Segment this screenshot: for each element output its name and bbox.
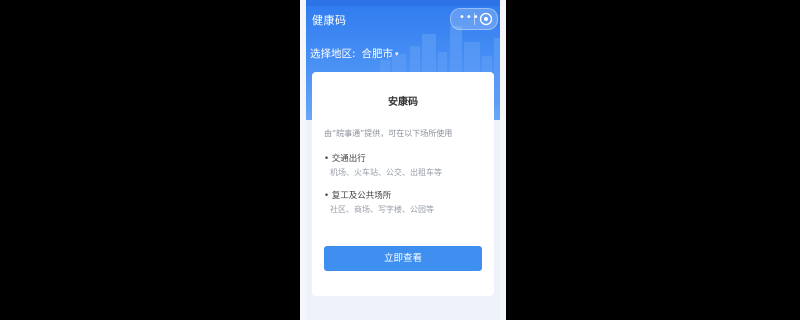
phone-bezel-left [300,0,306,320]
region-label: 选择地区: [310,48,356,60]
provider-text: 由“皖事通”提供，可在以下场所使用 [324,129,453,138]
category-title-transport: • 交通出行 [324,154,366,164]
chevron-down-icon[interactable]: ▾ [395,50,399,58]
card-title: 安康码 [388,97,418,108]
mini-program-capsule[interactable]: ••• [450,8,498,30]
target-close-icon[interactable] [479,12,493,26]
view-now-button[interactable]: 立即查看 [324,246,482,271]
page-bottom [300,296,506,320]
region-selector[interactable]: 选择地区: 合肥市 ▾ [310,46,399,61]
info-card: 安康码 由“皖事通”提供，可在以下场所使用 • 交通出行 机场、火车站、公交、出… [312,72,494,296]
category-desc-transport: 机场、火车站、公交、出租车等 [330,168,442,177]
more-icon[interactable]: ••• [459,12,480,23]
capsule-divider [474,13,475,25]
app-title: 健康码 [312,14,347,27]
status-bar [300,0,506,6]
region-city[interactable]: 合肥市 [362,48,394,60]
category-desc-public: 社区、商场、写字楼、公园等 [330,205,434,214]
phone-screen: 健康码 ••• 选择地区: 合肥市 ▾ 安康码 由“皖事通”提供，可在以下场所使用 … [300,0,506,320]
category-title-public: • 复工及公共场所 [324,191,392,201]
phone-bezel-right [500,0,506,320]
